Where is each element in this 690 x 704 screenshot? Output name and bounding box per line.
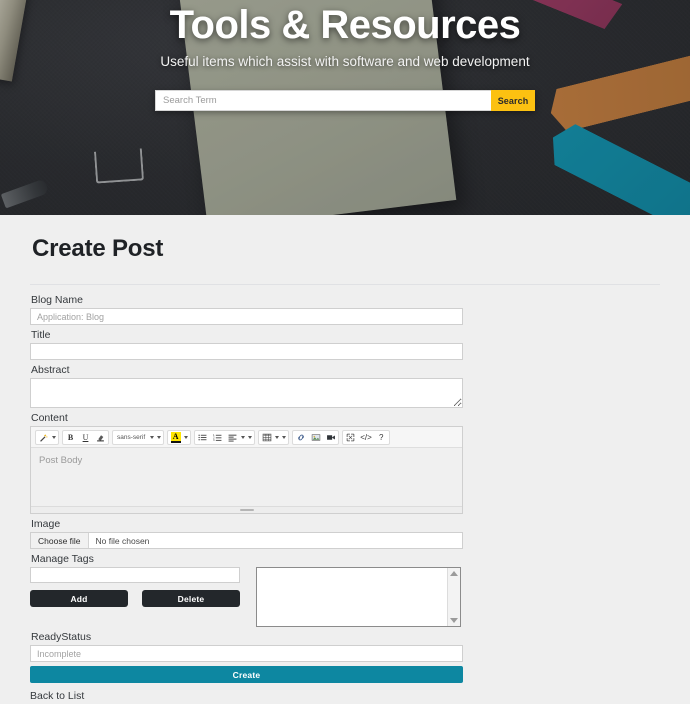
abstract-textarea[interactable]	[30, 378, 463, 408]
picture-icon[interactable]	[308, 431, 323, 444]
page-title: Create Post	[32, 235, 164, 262]
chevron-down-icon[interactable]	[157, 435, 162, 439]
manage-tags-label: Manage Tags	[31, 553, 94, 565]
link-icon[interactable]	[293, 431, 308, 444]
search-button[interactable]: Search	[491, 90, 535, 111]
tag-buttons: Add Delete	[30, 590, 240, 607]
toolbar-group-font: sans-serif	[112, 429, 165, 445]
rich-text-editor: B U sans-serif A 1 2 3 </> ? Post Body	[30, 426, 463, 514]
delete-tag-button[interactable]: Delete	[142, 590, 240, 607]
content-label: Content	[31, 412, 68, 424]
chevron-down-icon[interactable]	[52, 435, 56, 439]
create-button[interactable]: Create	[30, 666, 463, 683]
scroll-down-arrow-icon[interactable]	[450, 618, 458, 623]
image-label: Image	[31, 518, 61, 530]
site-tagline: Useful items which assist with software …	[160, 54, 530, 69]
manage-tags-section: Add Delete	[30, 567, 463, 627]
bold-icon[interactable]: B	[63, 431, 78, 444]
title-divider	[30, 284, 660, 285]
search-input[interactable]	[155, 90, 491, 111]
help-icon[interactable]: ?	[374, 431, 389, 444]
back-to-list-link[interactable]: Back to List	[30, 690, 84, 702]
magic-wand-icon[interactable]	[36, 431, 51, 444]
editor-toolbar: B U sans-serif A 1 2 3 </> ?	[31, 427, 462, 448]
chevron-down-icon[interactable]	[248, 435, 253, 439]
table-icon[interactable]	[259, 431, 274, 444]
editor-body[interactable]: Post Body	[31, 448, 462, 506]
toolbar-group-color: A	[167, 429, 192, 445]
image-file-input[interactable]: Choose file No file chosen	[30, 532, 463, 549]
site-title: Tools & Resources	[169, 3, 521, 47]
main-content: Create Post Blog Name Title Abstract Con…	[0, 215, 690, 704]
paragraph-align-icon[interactable]	[225, 431, 240, 444]
text-highlight-color-icon[interactable]: A	[168, 431, 183, 444]
scroll-up-arrow-icon[interactable]	[450, 571, 458, 576]
editor-resize-handle[interactable]	[31, 506, 462, 513]
search-form: Search	[155, 90, 535, 111]
ready-status-input[interactable]	[30, 645, 463, 662]
toolbar-group-format: B U	[62, 429, 109, 445]
toolbar-group-insert	[292, 429, 340, 445]
underline-icon[interactable]: U	[78, 431, 93, 444]
chevron-down-icon[interactable]	[275, 435, 280, 439]
chevron-down-icon[interactable]	[184, 435, 189, 439]
blog-name-input[interactable]	[30, 308, 463, 325]
toolbar-group-lists: 123	[194, 429, 256, 445]
hero-content: Tools & Resources Useful items which ass…	[0, 0, 690, 111]
ordered-list-icon[interactable]: 123	[210, 431, 225, 444]
title-label: Title	[31, 329, 51, 341]
tags-controls: Add Delete	[30, 567, 240, 607]
chevron-down-icon[interactable]	[282, 435, 287, 439]
toolbar-group-style	[35, 429, 59, 445]
add-tag-button[interactable]: Add	[30, 590, 128, 607]
toolbar-group-view: </> ?	[342, 429, 390, 445]
chevron-down-icon[interactable]	[150, 435, 155, 439]
chevron-down-icon[interactable]	[241, 435, 246, 439]
hero-header: Tools & Resources Useful items which ass…	[0, 0, 690, 215]
tags-listbox[interactable]	[256, 567, 461, 627]
ready-status-label: ReadyStatus	[31, 631, 92, 643]
unordered-list-icon[interactable]	[195, 431, 210, 444]
choose-file-button[interactable]: Choose file	[31, 533, 89, 548]
title-input[interactable]	[30, 343, 463, 360]
grip-icon	[239, 509, 254, 511]
tag-name-input[interactable]	[30, 567, 240, 583]
abstract-label: Abstract	[31, 364, 70, 376]
font-family-select[interactable]: sans-serif	[113, 434, 149, 441]
code-view-icon[interactable]: </>	[358, 431, 374, 444]
create-post-form: Blog Name Title Abstract Content B U	[30, 294, 463, 704]
fullscreen-icon[interactable]	[343, 431, 358, 444]
toolbar-group-table	[258, 429, 290, 445]
file-status-text: No file chosen	[95, 535, 150, 546]
tags-listbox-scrollbar[interactable]	[447, 568, 460, 626]
svg-text:3: 3	[213, 438, 215, 442]
remove-format-icon[interactable]	[93, 431, 108, 444]
video-icon[interactable]	[323, 431, 338, 444]
blog-name-label: Blog Name	[31, 294, 83, 306]
